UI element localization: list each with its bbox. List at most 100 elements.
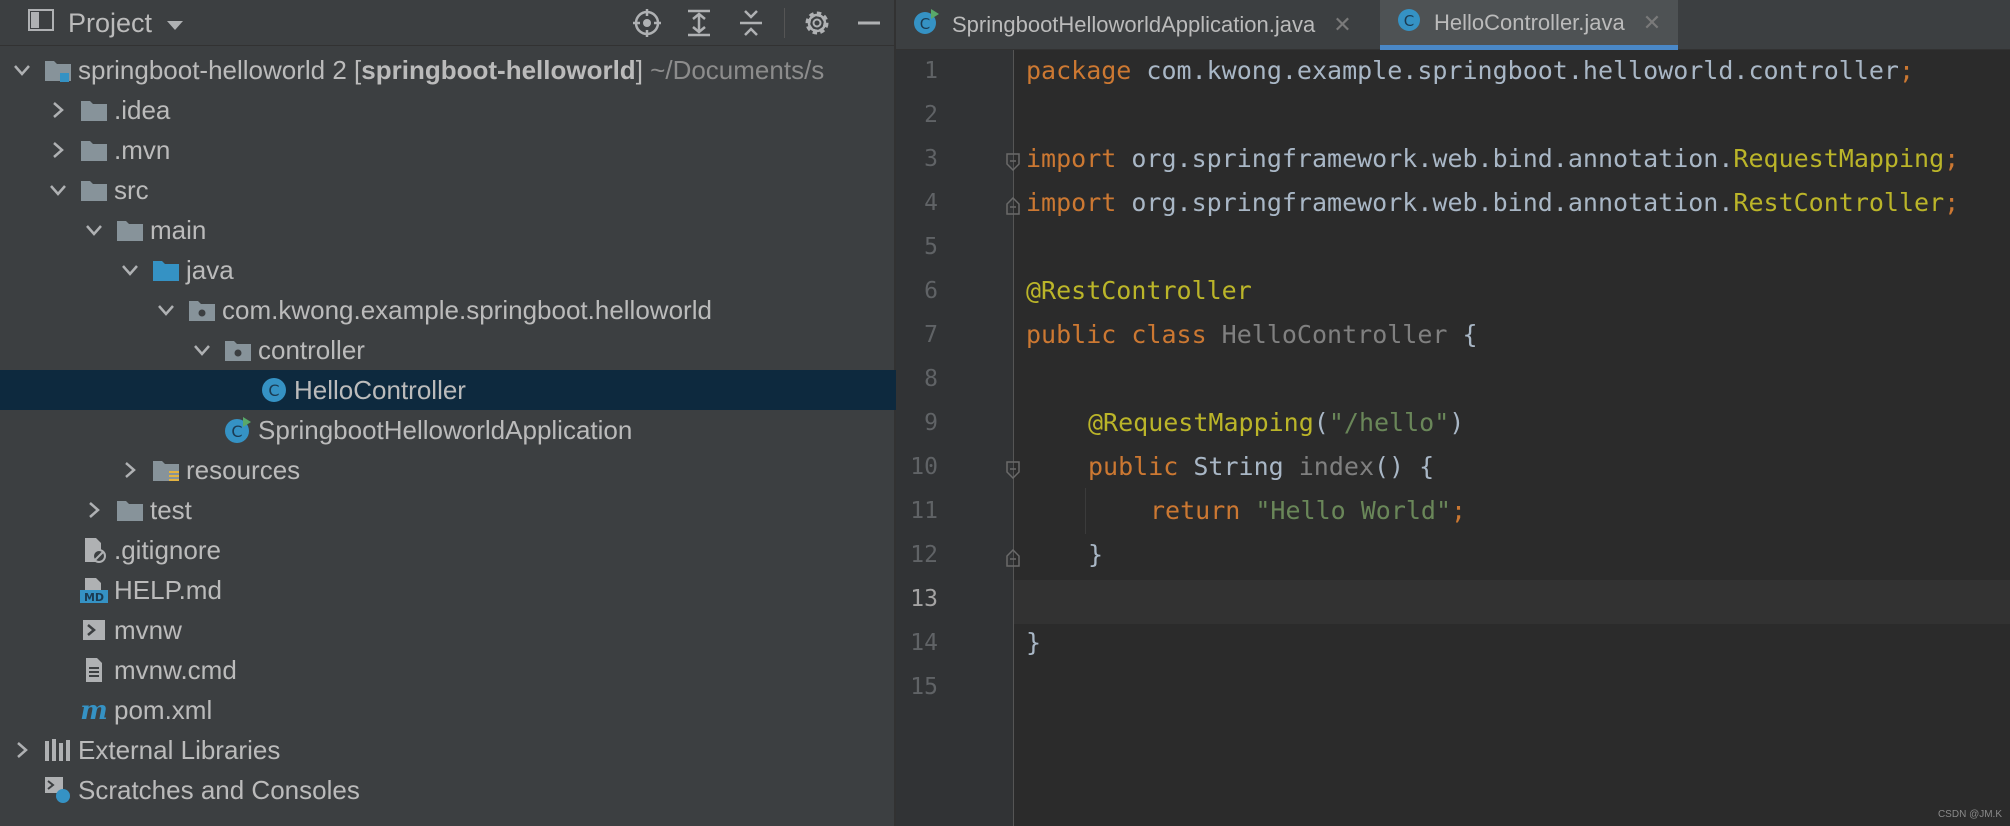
tree-item-mvnw[interactable]: mvnw [0,610,970,650]
hide-panel-button[interactable] [850,4,888,42]
code-line-10[interactable]: public String index() { [1088,452,1434,481]
tree-item-mvnw-cmd[interactable]: mvnw.cmd [0,650,970,690]
tree-item-package-helloworld[interactable]: com.kwong.example.springboot.helloworld [0,290,1042,330]
toolbar-separator [784,8,785,38]
expand-all-button[interactable] [680,4,718,42]
folder-icon [76,170,112,210]
tree-item-label: com.kwong.example.springboot.helloworld [222,294,712,325]
tab-springboot-application[interactable]: C SpringbootHelloworldApplication.java ✕ [896,0,1380,50]
tree-item-test[interactable]: test [0,490,970,530]
fold-end-marker-icon[interactable] [1006,197,1020,215]
spring-boot-class-icon: C [912,8,940,42]
chevron-down-icon[interactable] [112,250,148,290]
folder-icon [112,210,148,250]
line-number: 12 [910,542,938,568]
code-line-6[interactable]: @RestController [1026,276,1252,305]
code-line-12[interactable]: } [1088,540,1103,569]
resources-folder-icon [148,450,184,490]
tab-hellocontroller[interactable]: C HelloController.java ✕ [1380,0,1678,50]
fold-end-marker-icon[interactable] [1006,549,1020,567]
tree-item-java[interactable]: java [0,250,1006,290]
line-number: 6 [924,278,938,304]
code-line-4[interactable]: import org.springframework.web.bind.anno… [1026,188,1959,217]
code-line-1[interactable]: package com.kwong.example.springboot.hel… [1026,56,1914,85]
tree-item-root-module[interactable]: springboot-helloworld 2 [springboot-hell… [0,50,898,90]
tree-item-mvn[interactable]: .mvn [0,130,934,170]
tree-item-gitignore[interactable]: .gitignore [0,530,970,570]
code-line-7[interactable]: public class HelloController { [1026,320,1478,349]
locate-file-button[interactable] [628,4,666,42]
chevron-right-icon[interactable] [76,490,112,530]
tree-item-label: .gitignore [114,534,221,565]
target-icon [633,9,661,37]
folder-icon [76,90,112,130]
tree-item-external-libraries[interactable]: External Libraries [0,730,898,770]
line-number: 5 [924,234,938,260]
tree-item-label: mvnw.cmd [114,654,237,685]
tree-item-help-md[interactable]: MD HELP.md [0,570,970,610]
shell-script-icon [76,610,112,650]
tree-item-label: java [186,254,234,285]
svg-text:C: C [920,15,930,33]
close-icon[interactable]: ✕ [1643,10,1661,36]
fold-marker-icon[interactable] [1006,153,1020,171]
svg-text:m: m [80,697,108,723]
line-number: 9 [924,410,938,436]
code-line-9[interactable]: @RequestMapping("/hello") [1088,408,1464,437]
settings-button[interactable] [798,4,836,42]
tree-item-src[interactable]: src [0,170,934,210]
tree-item-label: HelloController [294,374,466,405]
tree-item-label: pom.xml [114,694,213,725]
svg-text:C: C [268,381,279,400]
tree-item-main[interactable]: main [0,210,970,250]
code-line-3[interactable]: import org.springframework.web.bind.anno… [1026,144,1959,173]
tree-item-pom-xml[interactable]: m pom.xml [0,690,970,730]
code-line-11[interactable]: return "Hello World"; [1150,496,1466,525]
minimize-icon [858,21,880,25]
chevron-down-icon[interactable] [184,330,220,370]
chevron-right-icon[interactable] [4,730,40,770]
line-number-current: 13 [910,586,938,612]
chevron-down-icon[interactable] [148,290,184,330]
tree-item-label: test [150,494,192,525]
project-title: Project [68,7,153,38]
code-line-14[interactable]: } [1026,628,1041,657]
text-file-icon [76,650,112,690]
line-number: 4 [924,190,938,216]
line-number: 15 [910,674,938,700]
gitignore-file-icon [76,530,112,570]
tree-item-scratches[interactable]: Scratches and Consoles [0,770,934,810]
project-view-selector[interactable]: Project [28,0,184,46]
chevron-down-icon[interactable] [4,50,40,90]
line-number: 14 [910,630,938,656]
svg-text:C: C [1404,12,1414,30]
package-icon [184,290,220,330]
tree-item-label: HELP.md [114,574,222,605]
java-class-icon: C [256,370,292,410]
scratches-icon [40,770,76,810]
line-number: 3 [924,146,938,172]
close-icon[interactable]: ✕ [1333,12,1351,38]
tree-item-label: main [150,214,207,245]
watermark: CSDN @JM.K [1937,809,2002,820]
line-number: 8 [924,366,938,392]
indent-guide [1085,488,1086,534]
collapse-all-button[interactable] [732,4,770,42]
line-number: 10 [910,454,938,480]
source-folder-icon [148,250,184,290]
fold-marker-icon[interactable] [1006,461,1020,479]
folder-icon [112,490,148,530]
chevron-down-icon[interactable] [40,170,76,210]
chevron-down-icon[interactable] [76,210,112,250]
expand-all-icon [688,9,710,37]
tree-item-label: controller [258,334,365,365]
chevron-right-icon[interactable] [40,130,76,170]
chevron-right-icon[interactable] [112,450,148,490]
chevron-right-icon[interactable] [40,90,76,130]
module-folder-icon [40,50,76,90]
markdown-file-icon: MD [76,570,112,610]
folder-icon [76,130,112,170]
tree-item-idea[interactable]: .idea [0,90,934,130]
tree-item-resources[interactable]: resources [0,450,1006,490]
line-number: 1 [924,58,938,84]
